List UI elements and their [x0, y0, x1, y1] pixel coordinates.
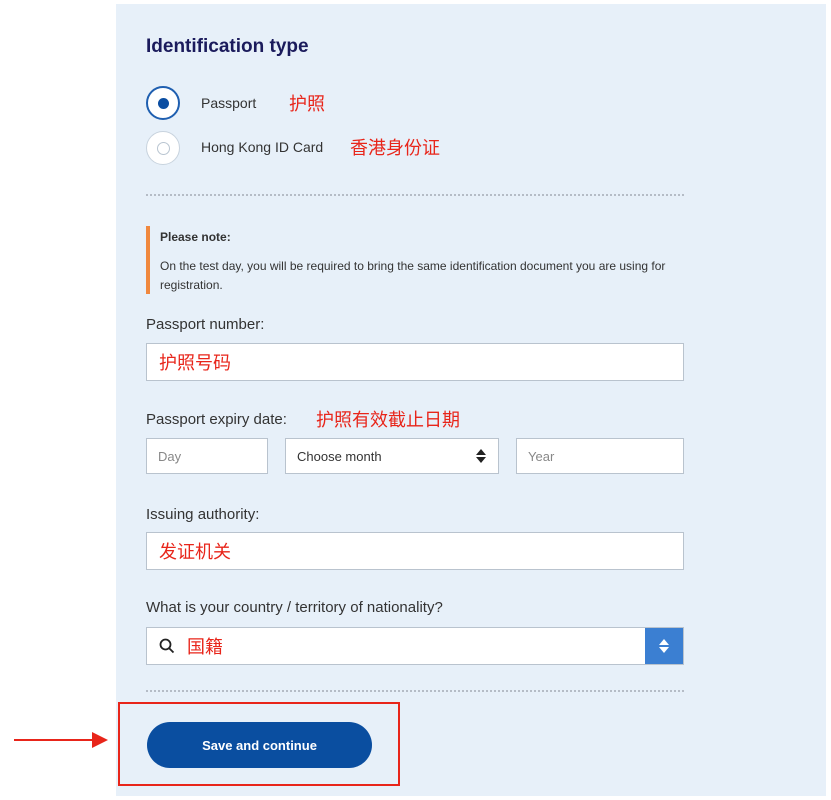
note-text: On the test day, you will be required to… [160, 259, 666, 292]
passport-radio-label[interactable]: Passport [201, 95, 256, 111]
note-accent-bar [146, 226, 150, 294]
hkid-radio[interactable] [146, 131, 180, 165]
nationality-label: What is your country / territory of nati… [146, 599, 443, 616]
arrow-right-icon [14, 739, 96, 741]
hkid-radio-label[interactable]: Hong Kong ID Card [201, 139, 323, 155]
issuing-authority-input[interactable]: 发证机关 [146, 532, 684, 570]
radio-selected-dot [157, 97, 169, 109]
issuing-authority-value: 发证机关 [159, 542, 231, 563]
issuing-authority-label: Issuing authority: [146, 506, 260, 523]
search-icon [147, 638, 175, 654]
arrow-right-icon-head [92, 732, 108, 748]
year-placeholder: Year [528, 448, 555, 464]
nationality-value: 国籍 [187, 637, 223, 658]
sort-arrows-icon [659, 639, 669, 653]
passport-number-input[interactable]: 护照号码 [146, 343, 684, 381]
sort-arrows-icon [476, 449, 498, 463]
expiry-year-input[interactable]: Year [516, 438, 684, 474]
day-placeholder: Day [158, 448, 182, 464]
divider [146, 690, 684, 692]
hkid-annotation: 香港身份证 [350, 138, 440, 159]
expiry-date-label: Passport expiry date: [146, 411, 287, 428]
divider [146, 194, 684, 196]
passport-annotation: 护照 [289, 94, 325, 115]
passport-radio[interactable] [146, 86, 180, 120]
annotation-highlight-box [118, 702, 400, 786]
radio-empty-ring [156, 141, 170, 155]
form-panel [116, 4, 826, 796]
expiry-day-input[interactable]: Day [146, 438, 268, 474]
nationality-dropdown-toggle[interactable] [645, 628, 683, 664]
nationality-select[interactable]: 国籍 [146, 627, 684, 665]
expiry-month-select[interactable]: Choose month [285, 438, 499, 474]
note-title: Please note: [160, 230, 231, 244]
section-title: Identification type [146, 36, 309, 57]
expiry-date-annotation: 护照有效截止日期 [316, 410, 460, 431]
passport-number-value: 护照号码 [159, 353, 231, 374]
month-select-value: Choose month [297, 448, 382, 464]
passport-number-label: Passport number: [146, 316, 265, 333]
